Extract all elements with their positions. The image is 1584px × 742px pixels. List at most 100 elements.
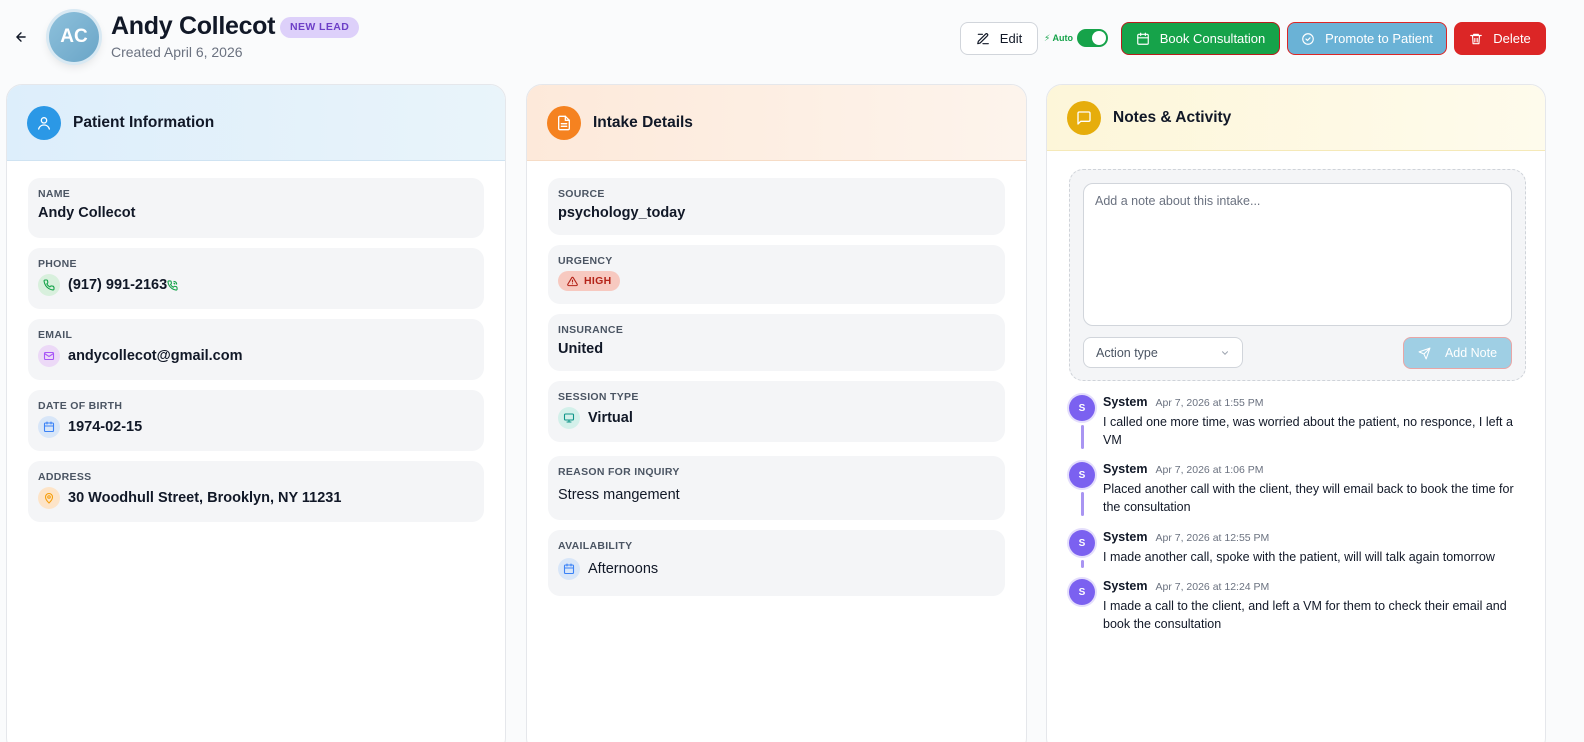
chevron-down-icon [1222,350,1228,355]
book-consultation-label: Book Consultation [1159,31,1266,46]
action-type-select[interactable]: Action type [1083,337,1243,368]
delete-button[interactable]: Delete [1454,22,1546,55]
panel-title: Intake Details [593,113,693,131]
field-label: REASON FOR INQUIRY [558,466,680,478]
availability-field: AVAILABILITY Afternoons [548,530,1005,596]
field-label: ADDRESS [38,471,92,483]
warning-icon [567,276,578,286]
avatar: S [1069,530,1095,556]
pencil-icon [976,32,989,44]
activity-author: System [1103,395,1148,409]
auto-toggle[interactable] [1076,29,1108,47]
calendar-icon [38,416,60,438]
delete-button-label: Delete [1493,31,1531,46]
field-label: URGENCY [558,255,613,267]
patient-information-header: Patient Information [7,85,505,161]
avatar: S [1069,462,1095,488]
calendar-icon [558,558,580,580]
field-label: AVAILABILITY [558,540,633,552]
intake-details-header: Intake Details [527,85,1026,161]
email-field: EMAIL andycollecot@gmail.com [28,319,484,380]
edit-button[interactable]: Edit [960,22,1038,55]
status-badge: NEW LEAD [280,17,360,38]
activity-time: Apr 7, 2026 at 1:06 PM [1155,464,1264,476]
date-of-birth-field: DATE OF BIRTH 1974-02-15 [28,390,484,451]
session-type-value: Virtual [588,410,633,426]
avatar: AC [49,12,99,62]
field-label: DATE OF BIRTH [38,400,123,412]
field-label: SOURCE [558,188,605,200]
panel-title: Patient Information [73,113,215,131]
arrow-left-icon [16,32,26,42]
urgency-field: URGENCY HIGH [548,245,1005,304]
notes-activity-header: Notes & Activity [1047,85,1545,151]
activity-time: Apr 7, 2026 at 1:55 PM [1155,397,1264,409]
avatar: S [1069,395,1095,421]
phone-icon [38,274,60,296]
session-type-field: SESSION TYPE Virtual [548,381,1005,442]
dob-value: 1974-02-15 [68,419,143,435]
back-button[interactable] [10,26,32,48]
activity-time: Apr 7, 2026 at 12:24 PM [1155,581,1270,593]
edit-button-label: Edit [999,31,1023,46]
panel-title: Notes & Activity [1113,108,1232,126]
mail-icon [38,345,60,367]
promote-to-patient-button[interactable]: Promote to Patient [1287,22,1447,55]
calendar-icon [1136,32,1149,45]
activity-item: S System Apr 7, 2026 at 1:06 PM Placed a… [1067,462,1527,530]
avatar: S [1069,579,1095,605]
created-date: Created April 6, 2026 [111,44,243,60]
activity-author: System [1103,462,1148,476]
promote-to-patient-label: Promote to Patient [1325,31,1433,46]
notes-activity-panel: Notes & Activity Action type Add Note S … [1046,84,1546,742]
check-circle-icon [1302,32,1314,45]
activity-author: System [1103,579,1148,593]
address-value: 30 Woodhull Street, Brooklyn, NY 11231 [68,490,342,506]
field-label: INSURANCE [558,324,624,336]
auto-label: ⚡ Auto [1044,32,1073,43]
field-label: PHONE [38,258,77,270]
name-field: NAME Andy Collecot [28,178,484,238]
phone-value[interactable]: (917) 991-2163 [68,277,167,293]
activity-text: I made another call, spoke with the pati… [1103,550,1495,564]
add-note-button[interactable]: Add Note [1403,337,1512,369]
trash-icon [1470,33,1483,44]
call-phone-icon[interactable] [167,279,178,291]
field-label: EMAIL [38,329,73,341]
timeline-connector [1081,492,1084,516]
urgency-value: HIGH [584,275,612,287]
send-icon [1418,347,1431,359]
source-field: SOURCE psychology_today [548,178,1005,235]
auto-toggle-group: ⚡ Auto [1044,28,1108,48]
intake-details-panel: Intake Details SOURCE psychology_today U… [526,84,1027,742]
activity-timeline: S System Apr 7, 2026 at 1:55 PM I called… [1067,395,1527,639]
activity-text: I called one more time, was worried abou… [1103,415,1513,447]
timeline-connector [1081,425,1084,449]
note-input[interactable] [1083,183,1512,326]
user-icon [27,105,61,140]
timeline-connector [1081,560,1084,568]
action-type-value: Action type [1096,345,1158,360]
availability-value: Afternoons [588,561,659,577]
patient-information-panel: Patient Information NAME Andy Collecot P… [6,84,506,742]
email-value[interactable]: andycollecot@gmail.com [68,348,243,364]
activity-item: S System Apr 7, 2026 at 12:24 PM I made … [1067,579,1527,639]
note-composer: Action type Add Note [1069,169,1526,381]
insurance-value: United [558,341,604,357]
field-label: SESSION TYPE [558,391,639,403]
reason-field: REASON FOR INQUIRY Stress mangement [548,456,1005,520]
insurance-field: INSURANCE United [548,314,1005,371]
source-value: psychology_today [558,205,686,221]
page-title: Andy Collecot [111,12,276,40]
message-icon [1067,100,1101,135]
book-consultation-button[interactable]: Book Consultation [1121,22,1280,55]
activity-item: S System Apr 7, 2026 at 12:55 PM I made … [1067,530,1527,579]
activity-text: Placed another call with the client, the… [1103,482,1514,514]
activity-item: S System Apr 7, 2026 at 1:55 PM I called… [1067,395,1527,462]
field-label: NAME [38,188,71,200]
name-value: Andy Collecot [38,205,136,221]
reason-value: Stress mangement [558,487,680,503]
urgency-badge: HIGH [558,271,621,291]
document-icon [547,105,581,140]
phone-field: PHONE (917) 991-2163 [28,248,484,309]
